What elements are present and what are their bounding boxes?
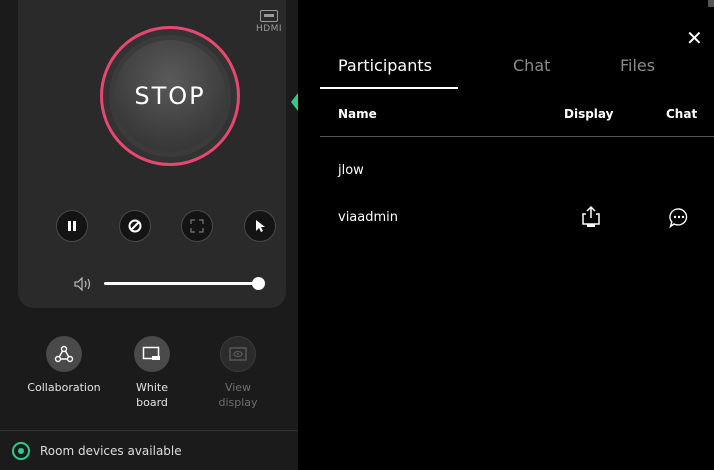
hdmi-label: HDMI [255, 24, 283, 34]
room-devices-icon [12, 441, 30, 460]
view-display-button: View display [198, 336, 278, 410]
pause-icon [68, 221, 76, 231]
active-tab-indicator [320, 87, 458, 89]
column-header-display: Display [564, 107, 614, 121]
fullscreen-icon [190, 219, 204, 233]
view-display-label-line2: display [218, 396, 258, 409]
participant-name: viaadmin [338, 210, 399, 225]
view-display-icon [220, 336, 256, 372]
stop-button[interactable]: STOP [114, 40, 226, 152]
room-devices-bar[interactable]: Room devices available [0, 430, 298, 470]
collaboration-label: Collaboration [27, 381, 101, 394]
column-header-chat: Chat [666, 107, 698, 121]
pointer-button[interactable] [244, 210, 276, 242]
room-devices-status: Room devices available [40, 443, 182, 458]
whiteboard-label-line1: White [136, 381, 168, 394]
volume-slider-track[interactable] [104, 282, 258, 285]
column-header-name: Name [338, 107, 377, 121]
stop-ring: STOP [100, 26, 240, 166]
control-panel: HDMI STOP Collaboration White board View… [0, 0, 298, 470]
collaboration-button[interactable]: Collaboration [24, 336, 104, 395]
collaboration-icon [46, 336, 82, 372]
block-button[interactable] [119, 210, 151, 242]
whiteboard-label-line2: board [136, 396, 168, 409]
stream-control-card: HDMI STOP [18, 0, 286, 308]
block-icon [128, 219, 142, 233]
participant-name: jlow [338, 163, 364, 178]
hdmi-indicator[interactable]: HDMI [254, 10, 284, 34]
hdmi-icon [260, 10, 278, 22]
share-display-icon[interactable] [580, 205, 602, 233]
volume-icon[interactable] [74, 276, 94, 295]
collapse-panel-handle[interactable] [291, 93, 298, 111]
tab-participants[interactable]: Participants [338, 56, 432, 75]
pointer-icon [256, 220, 265, 232]
close-icon[interactable]: ✕ [686, 28, 703, 48]
pause-button[interactable] [56, 210, 88, 242]
volume-slider-handle[interactable] [252, 277, 265, 290]
whiteboard-button[interactable]: White board [112, 336, 192, 410]
header-divider [320, 136, 714, 137]
view-display-label-line1: View [224, 381, 252, 394]
tab-files[interactable]: Files [620, 56, 655, 75]
tab-chat[interactable]: Chat [513, 56, 550, 75]
fullscreen-button[interactable] [181, 210, 213, 242]
scrollbar[interactable] [708, 0, 714, 7]
whiteboard-icon [134, 336, 170, 372]
participants-panel: ✕ Participants Chat Files Name Display C… [298, 0, 714, 470]
chat-bubble-icon[interactable] [668, 207, 690, 233]
